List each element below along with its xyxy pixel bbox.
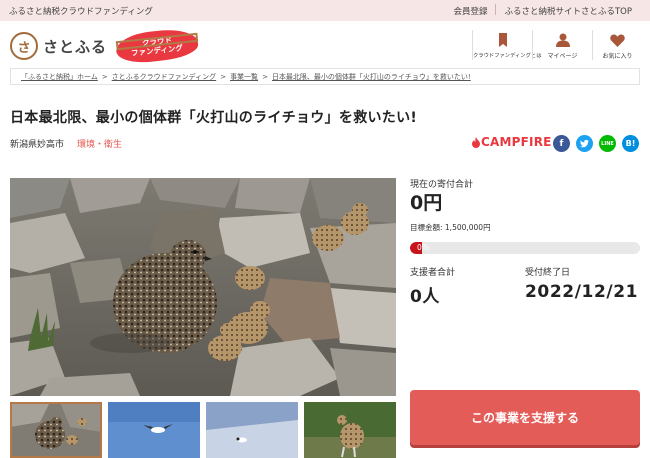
user-icon (533, 32, 592, 48)
thumbnail-2[interactable] (108, 402, 200, 458)
breadcrumb-current[interactable]: 日本最北限、最小の個体群「火打山のライチョウ」を救いたい! (272, 73, 471, 81)
thumbnail-4[interactable] (304, 402, 396, 458)
progress-percent: 0% (417, 243, 429, 252)
crowdfunding-badge[interactable]: クラウド ファンディング (114, 26, 200, 66)
campfire-logo[interactable]: CAMPFIRE (472, 135, 552, 149)
heart-icon (593, 32, 642, 48)
deadline-label: 受付終了日 (525, 268, 571, 278)
project-location: 新潟県妙高市 (10, 140, 65, 150)
progress-bar: 0% (410, 242, 640, 254)
supporters-count: 0人 (410, 287, 441, 307)
category-link[interactable]: 環境・衛生 (77, 137, 122, 150)
breadcrumb-projects[interactable]: 事業一覧 (230, 73, 258, 81)
nav-label: クラウドファンディングとは (473, 53, 542, 59)
breadcrumb-crowdfunding[interactable]: さとふるクラウドファンディング (112, 73, 217, 81)
thumbnail-1[interactable] (10, 402, 102, 458)
thumbnail-3[interactable] (206, 402, 298, 458)
support-project-button[interactable]: この事業を支援する (410, 390, 640, 445)
nav-favorites[interactable]: お気に入り (592, 30, 642, 60)
nav-label: お気に入り (602, 53, 633, 60)
header-nav: クラウドファンディングとは マイページ お気に入り (472, 30, 642, 60)
top-links: 会員登録 ふるさと納税サイトさとふるTOP (445, 4, 640, 17)
nav-label: マイページ (547, 53, 578, 60)
bookmark-icon (473, 32, 532, 48)
logo-text[interactable]: さとふる (43, 36, 107, 57)
line-share-icon[interactable]: LINE (599, 135, 616, 152)
campfire-text: CAMPFIRE (481, 135, 552, 149)
satofull-top-link[interactable]: ふるさと納税サイトさとふるTOP (496, 5, 640, 17)
satofull-logo-icon[interactable]: さ (10, 32, 38, 60)
supporters-label: 支援者合計 (410, 268, 456, 278)
flame-icon (472, 136, 480, 148)
deadline-date: 2022/12/21 (525, 282, 639, 302)
breadcrumb: 「ふるさと納税」ホーム > さとふるクラウドファンディング > 事業一覧 > 日本最北限、最… (10, 68, 640, 85)
site-tagline: ふるさと納税クラウドファンディング (9, 7, 153, 17)
goal-amount: 目標金額: 1,500,000円 (410, 223, 491, 232)
top-bar: ふるさと納税クラウドファンディング 会員登録 ふるさと納税サイトさとふるTOP (0, 0, 650, 21)
project-main-image (10, 178, 396, 396)
breadcrumb-home[interactable]: 「ふるさと納税」ホーム (21, 73, 98, 81)
nav-about-crowdfunding[interactable]: クラウドファンディングとは (472, 30, 542, 60)
nav-mypage[interactable]: マイページ (532, 30, 592, 60)
current-donation-amount: 0円 (410, 192, 443, 214)
register-link[interactable]: 会員登録 (445, 5, 495, 17)
project-title: 日本最北限、最小の個体群「火打山のライチョウ」を救いたい! (10, 110, 418, 126)
facebook-share-icon[interactable]: f (553, 135, 570, 152)
twitter-share-icon[interactable] (576, 135, 593, 152)
hatena-bookmark-icon[interactable]: B! (622, 135, 639, 152)
